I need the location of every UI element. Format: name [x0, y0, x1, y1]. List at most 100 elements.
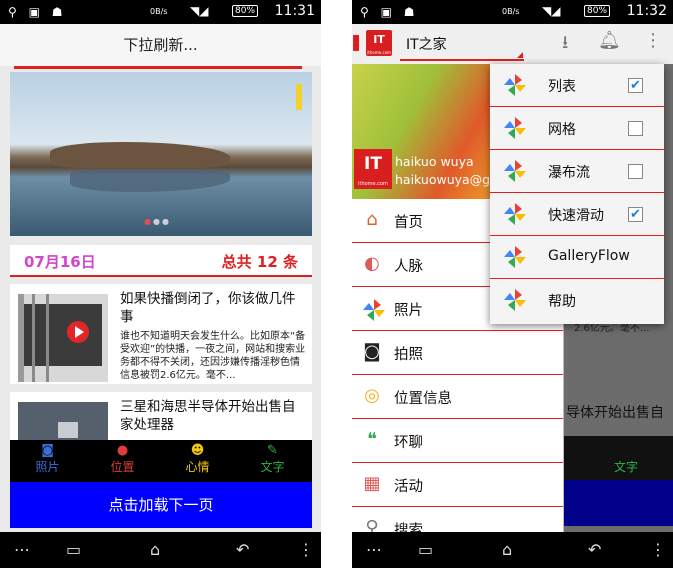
date-label: 07月16日 [24, 253, 96, 271]
drawer-item-label: 照片 [394, 303, 423, 319]
bottom-tab-bar: ◙ 照片 ● 位置 ☻ 心情 ✎ 文字 [10, 440, 312, 482]
checkbox-unchecked[interactable] [628, 164, 643, 179]
checkbox-checked[interactable]: ✔ [628, 207, 643, 222]
drawer-item-label: 拍照 [394, 347, 423, 363]
article-card[interactable]: 如果快播倒闭了，你该做几件事 谁也不知道明天会发生什么。比如原本“备受欢迎”的快… [10, 284, 312, 384]
photos-pinwheel-icon [361, 297, 385, 321]
user-avatar[interactable]: IT ithome.com [354, 149, 392, 189]
menu-item-list[interactable]: 列表 ✔ [490, 64, 664, 107]
search-icon: ⚲ [365, 517, 379, 532]
hangouts-icon: ❝ [367, 429, 377, 450]
user-name: haikuo wuya [395, 154, 474, 169]
calendar-icon: ▦ [363, 473, 381, 494]
download-icon[interactable]: ⭳ [562, 30, 568, 60]
background-article-title: 导体开始出售自 [566, 405, 664, 421]
article-card[interactable]: 三星和海思半导体开始出售自家处理器 [10, 392, 312, 440]
more-dots-icon[interactable]: ⋯ [14, 540, 30, 559]
battery-level: 80% [232, 5, 259, 17]
banner-carousel[interactable]: ●●● [10, 72, 312, 236]
pinwheel-icon [502, 201, 528, 227]
recent-apps-icon[interactable]: ▭ [66, 540, 81, 559]
pinwheel-icon [502, 72, 528, 98]
back-icon[interactable]: ↶ [236, 540, 249, 559]
status-bar: ⚲ ▣ ☗ 0B/s ◥◢ 80% 11:31 [0, 0, 321, 24]
pinwheel-icon [502, 244, 528, 270]
drawer-item-label: 环聊 [394, 435, 423, 451]
drawer-item-events[interactable]: ▦ 活动 [352, 463, 563, 507]
banner-indicator-bar [296, 84, 302, 110]
app-logo[interactable]: IT ithome.com [366, 30, 392, 56]
menu-item-label: 快速滑动 [548, 208, 604, 224]
user-email: haikuowuya@g [395, 172, 491, 187]
checkbox-unchecked[interactable] [628, 121, 643, 136]
notification-icons: ⚲ ▣ ☗ [8, 5, 67, 19]
menu-item-waterfall[interactable]: 瀑布流 [490, 150, 664, 193]
menu-item-label: 帮助 [548, 294, 576, 310]
carousel-dots[interactable]: ●●● [144, 217, 171, 226]
menu-item-label: 列表 [548, 79, 576, 95]
clock: 11:31 [274, 3, 315, 19]
article-summary: 谁也不知道明天会发生什么。比如原本“备受欢迎”的快播，一夜之间，网站和搜索业务都… [120, 331, 306, 381]
screen-drawer-menu: ⚲ ▣ ☗ 0B/s ◥◢ 80% 11:32 ▪ ▪ ▪ IT ithome.com… [352, 0, 673, 568]
total-count: 总共 12 条 [221, 253, 298, 271]
article-title: 三星和海思半导体开始出售自家处理器 [120, 399, 296, 433]
drawer-item-label: 人脉 [394, 259, 423, 275]
article-thumbnail [18, 402, 108, 440]
tab-mood[interactable]: ☻ 心情 [160, 440, 235, 482]
more-dots-icon[interactable]: ⋯ [366, 540, 382, 559]
load-more-button[interactable]: 点击加载下一页 [10, 482, 312, 528]
location-pin-icon: ● [116, 443, 129, 458]
tab-location[interactable]: ● 位置 [85, 440, 160, 482]
menu-item-grid[interactable]: 网格 [490, 107, 664, 150]
tab-text[interactable]: ✎ 文字 [235, 440, 310, 482]
view-mode-popup-menu: 列表 ✔ 网格 瀑布流 快速滑动 ✔ GalleryFlow 帮助 [490, 64, 664, 324]
home-icon[interactable]: ⌂ [502, 540, 512, 559]
background-load-button [564, 480, 673, 526]
notification-icons: ⚲ ▣ ☗ [360, 5, 419, 19]
drawer-item-label: 位置信息 [394, 391, 452, 407]
menu-item-fast-scroll[interactable]: 快速滑动 ✔ [490, 193, 664, 236]
pull-to-refresh-header: 下拉刷新... [0, 24, 321, 66]
back-icon[interactable]: ↶ [588, 540, 601, 559]
screen-feed: ⚲ ▣ ☗ 0B/s ◥◢ 80% 11:31 下拉刷新... ●●● 07月1… [0, 0, 321, 568]
drawer-item-label: 首页 [394, 215, 423, 231]
pinwheel-icon [502, 115, 528, 141]
drawer-item-camera[interactable]: ◙ 拍照 [352, 331, 563, 375]
pencil-icon: ✎ [267, 443, 278, 458]
drawer-item-search[interactable]: ⚲ 搜索 [352, 507, 563, 532]
divider [14, 66, 302, 69]
network-speed: 0B/s [150, 7, 168, 16]
tab-label: 位置 [110, 460, 135, 474]
tab-label: 照片 [35, 460, 60, 474]
camera-icon: ◙ [363, 341, 381, 362]
background-tab-label: 文字 [614, 460, 639, 474]
menu-item-label: 瀑布流 [548, 165, 590, 181]
location-icon: ◎ [364, 385, 380, 406]
tab-photos[interactable]: ◙ 照片 [10, 440, 85, 482]
camera-icon: ◙ [41, 443, 54, 458]
network-speed: 0B/s [502, 7, 520, 16]
date-header: 07月16日 总共 12 条 [10, 245, 312, 277]
home-icon: ⌂ [366, 209, 378, 230]
overflow-icon[interactable]: ⋮ [298, 540, 314, 559]
system-nav-bar: ⋯ ▭ ⌂ ↶ ⋮ [352, 532, 673, 568]
app-title-spinner[interactable]: IT之家 [406, 34, 447, 54]
recent-apps-icon[interactable]: ▭ [418, 540, 433, 559]
clock: 11:32 [626, 3, 667, 19]
menu-item-help[interactable]: 帮助 [490, 279, 664, 322]
overflow-menu-icon[interactable]: ⋮ [644, 30, 662, 51]
overflow-icon[interactable]: ⋮ [650, 540, 666, 559]
home-icon[interactable]: ⌂ [150, 540, 160, 559]
menu-item-label: GalleryFlow [548, 248, 630, 264]
spinner-triangle-icon [517, 52, 523, 58]
drawer-item-location[interactable]: ◎ 位置信息 [352, 375, 563, 419]
bell-icon[interactable]: 🔔︎ [598, 30, 621, 51]
drawer-item-hangouts[interactable]: ❝ 环聊 [352, 419, 563, 463]
menu-item-galleryflow[interactable]: GalleryFlow [490, 236, 664, 279]
drawer-item-label: 搜索 [394, 523, 423, 532]
background-tab-bar: 文字 [564, 436, 673, 480]
tab-label: 心情 [185, 460, 210, 474]
checkbox-checked[interactable]: ✔ [628, 78, 643, 93]
drawer-menu-icon[interactable]: ▪ ▪ ▪ [352, 31, 360, 53]
system-nav-bar: ⋯ ▭ ⌂ ↶ ⋮ [0, 532, 321, 568]
